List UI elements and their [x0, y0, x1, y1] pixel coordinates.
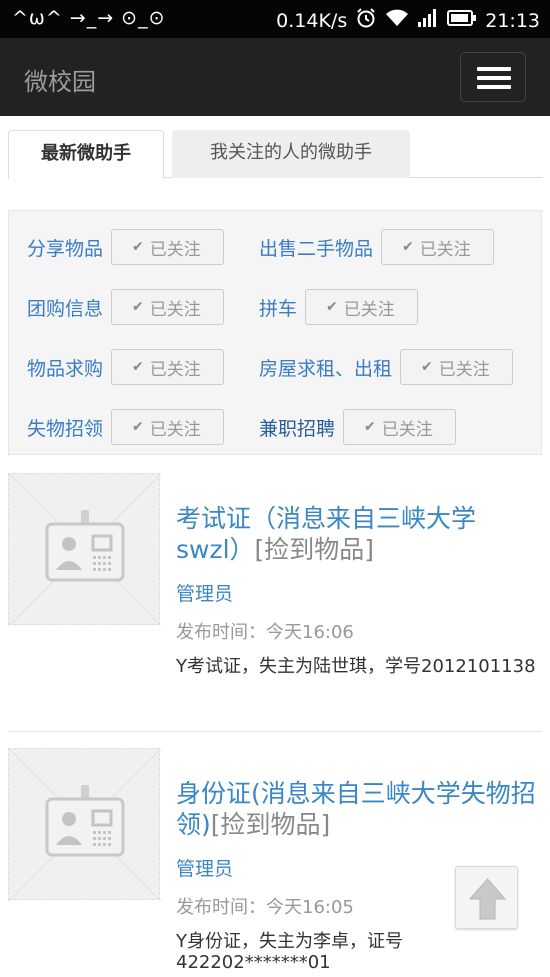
post-tag: [捡到物品]	[254, 535, 375, 564]
follow-button[interactable]: ✔ 已关注	[381, 229, 494, 265]
category-name[interactable]: 分享物品	[27, 234, 103, 261]
tab-following[interactable]: 我关注的人的微助手	[172, 130, 410, 178]
post-title[interactable]: 考试证（消息来自三峡大学swzl）[捡到物品]	[176, 503, 540, 565]
follow-button[interactable]: ✔ 已关注	[111, 409, 224, 445]
category-group-buy: 团购信息 ✔ 已关注	[27, 289, 224, 325]
category-name[interactable]: 物品求购	[27, 354, 103, 381]
status-bar: ^ω^ →_→ ⊙_⊙ 0.14K/s 21:13	[0, 0, 550, 38]
category-sell-second-hand: 出售二手物品 ✔ 已关注	[259, 229, 494, 265]
post-author[interactable]: 管理员	[176, 579, 540, 606]
category-part-time: 兼职招聘 ✔ 已关注	[259, 409, 456, 445]
check-icon: ✔	[326, 299, 338, 315]
post-description: Y考试证，失主为陆世琪，学号2012101138	[176, 656, 536, 677]
brand-title[interactable]: 微校园	[24, 62, 96, 97]
check-icon: ✔	[364, 419, 376, 435]
post-time: 发布时间：今天16:06	[176, 622, 354, 643]
category-wanted: 物品求购 ✔ 已关注	[27, 349, 224, 385]
follow-button[interactable]: ✔ 已关注	[305, 289, 418, 325]
id-card-placeholder-icon[interactable]	[8, 748, 161, 901]
hamburger-menu-icon[interactable]	[460, 52, 526, 102]
signal-icon	[417, 8, 439, 33]
id-card-placeholder-icon[interactable]	[8, 473, 161, 626]
alarm-icon	[355, 7, 377, 34]
category-share: 分享物品 ✔ 已关注	[27, 229, 224, 265]
category-name[interactable]: 房屋求租、出租	[259, 354, 392, 381]
list-item: 身份证(消息来自三峡大学失物招领)[捡到物品] 管理员 发布时间：今天16:05…	[8, 748, 542, 977]
network-speed: 0.14K/s	[276, 9, 348, 32]
category-housing: 房屋求租、出租 ✔ 已关注	[259, 349, 513, 385]
arrow-up-icon	[468, 878, 507, 920]
post-description: Y身份证，失主为李卓，证号422202*******01	[176, 931, 403, 973]
back-to-top-button[interactable]	[455, 866, 518, 929]
battery-icon	[447, 8, 477, 33]
follow-button[interactable]: ✔ 已关注	[111, 289, 224, 325]
post-tag: [捡到物品]	[210, 810, 331, 839]
category-name[interactable]: 出售二手物品	[259, 234, 373, 261]
status-emoticons: ^ω^ →_→ ⊙_⊙	[12, 7, 166, 29]
category-panel: 分享物品 ✔ 已关注 出售二手物品 ✔ 已关注 团购信息 ✔ 已关注 拼车 ✔ 已关注 …	[8, 210, 542, 455]
clock: 21:13	[485, 9, 540, 32]
follow-button[interactable]: ✔ 已关注	[111, 229, 224, 265]
category-lost-found: 失物招领 ✔ 已关注	[27, 409, 224, 445]
follow-button[interactable]: ✔ 已关注	[343, 409, 456, 445]
category-name[interactable]: 失物招领	[27, 414, 103, 441]
check-icon: ✔	[421, 359, 433, 375]
wifi-icon	[385, 8, 409, 33]
list-item: 考试证（消息来自三峡大学swzl）[捡到物品] 管理员 发布时间：今天16:06…	[8, 473, 542, 723]
post-title[interactable]: 身份证(消息来自三峡大学失物招领)[捡到物品]	[176, 778, 540, 840]
check-icon: ✔	[132, 239, 144, 255]
category-carpool: 拼车 ✔ 已关注	[259, 289, 418, 325]
check-icon: ✔	[132, 359, 144, 375]
navbar: 微校园	[0, 38, 550, 116]
divider	[8, 731, 542, 732]
follow-button[interactable]: ✔ 已关注	[111, 349, 224, 385]
category-name[interactable]: 拼车	[259, 294, 297, 321]
tab-latest[interactable]: 最新微助手	[8, 130, 164, 179]
check-icon: ✔	[132, 419, 144, 435]
follow-button[interactable]: ✔ 已关注	[400, 349, 513, 385]
tab-bar: 最新微助手 我关注的人的微助手	[8, 130, 542, 179]
check-icon: ✔	[132, 299, 144, 315]
category-name[interactable]: 团购信息	[27, 294, 103, 321]
post-info: 考试证（消息来自三峡大学swzl）[捡到物品] 管理员 发布时间：今天16:06…	[176, 503, 540, 677]
category-name[interactable]: 兼职招聘	[259, 414, 335, 441]
check-icon: ✔	[402, 239, 414, 255]
